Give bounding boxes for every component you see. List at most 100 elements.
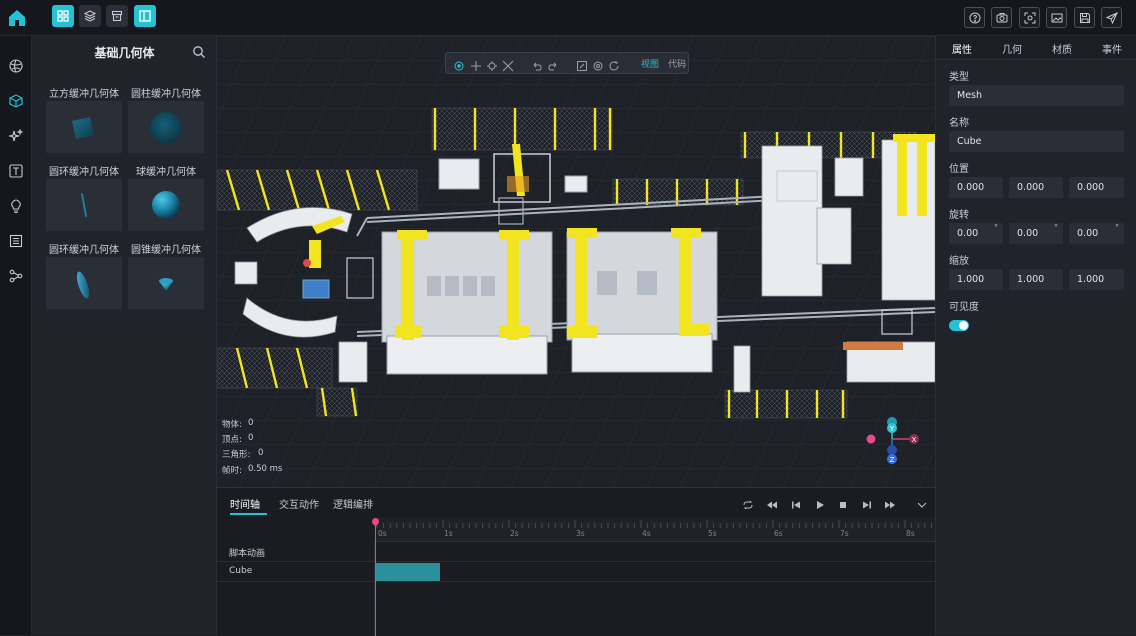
capture-icon[interactable]	[1019, 7, 1040, 28]
library-item-ring[interactable]: 圆环缓冲几何体	[46, 241, 122, 311]
library-item-label: 圆环缓冲几何体	[49, 245, 119, 256]
rewind-icon[interactable]	[766, 496, 778, 509]
rotate-icon[interactable]	[486, 57, 498, 71]
fullscreen-icon[interactable]	[576, 57, 588, 71]
stat-objects: 物体: 0	[222, 418, 254, 430]
tab-timeline[interactable]: 时间轴	[230, 496, 260, 511]
sparkle-icon[interactable]	[6, 126, 26, 146]
gizmo-z-label: Z	[890, 456, 895, 464]
send-icon[interactable]	[1101, 7, 1122, 28]
cube-icon[interactable]	[6, 91, 26, 111]
library-item-label: 立方缓冲几何体	[49, 89, 119, 100]
save-icon[interactable]	[1074, 7, 1095, 28]
ring-thumbnail	[46, 257, 122, 309]
sphere-thumbnail	[128, 179, 204, 231]
cube-clip-bar[interactable]	[375, 563, 440, 581]
loop-icon[interactable]	[742, 496, 754, 510]
type-field[interactable]: Mesh	[949, 85, 1124, 106]
collapse-chevron-icon[interactable]	[916, 496, 928, 508]
track-row-cube[interactable]: Cube	[217, 562, 935, 582]
focus-icon[interactable]	[592, 57, 604, 71]
tick-label: 3s	[576, 529, 585, 538]
tab-code[interactable]: 代码	[668, 57, 686, 70]
bulb-icon[interactable]	[6, 196, 26, 216]
panel-icon[interactable]	[134, 5, 156, 27]
left-rail	[0, 36, 32, 635]
scale-x-input[interactable]: 1.000	[949, 269, 1003, 290]
stat-vertices: 顶点: 0	[222, 433, 254, 445]
next-frame-icon[interactable]	[861, 496, 873, 509]
library-item-label: 圆柱缓冲几何体	[131, 89, 201, 100]
cylinder-thumbnail	[128, 101, 204, 153]
globe-icon[interactable]	[6, 56, 26, 76]
library-item-cylinder[interactable]: 圆柱缓冲几何体	[128, 85, 204, 155]
library-item-sphere[interactable]: 球缓冲几何体	[128, 163, 204, 233]
timeline-panel: 时间轴 交互动作 逻辑编排 0s 1s 2s 3s 4s 5s 6s 7s 8s…	[217, 487, 935, 636]
track-name: Cube	[229, 566, 253, 576]
factory-scene: Y X Z	[217, 36, 935, 487]
library-item-ring-thin[interactable]: 圆环缓冲几何体	[46, 163, 122, 233]
search-icon[interactable]	[192, 44, 206, 58]
rotation-y-input[interactable]: 0.00 °	[1009, 223, 1063, 244]
library-item-cone[interactable]: 圆锥缓冲几何体	[128, 241, 204, 311]
scale-label: 缩放	[949, 256, 969, 267]
stop-icon[interactable]	[837, 496, 849, 508]
scale-z-input[interactable]: 1.000	[1069, 269, 1124, 290]
3d-viewport[interactable]: Y X Z 视图 代码 物体: 0 顶点: 0 三角形: 0 帧时: 0.50 ms	[217, 36, 935, 487]
rotation-z-input[interactable]: 0.00 °	[1069, 223, 1124, 244]
tab-events[interactable]: 事件	[1102, 41, 1122, 56]
position-x-input[interactable]: 0.000	[949, 177, 1003, 198]
library-item-label: 球缓冲几何体	[136, 167, 196, 178]
scale-icon[interactable]	[502, 57, 514, 72]
time-ruler[interactable]: 0s 1s 2s 3s 4s 5s 6s 7s 8s	[375, 518, 935, 542]
undo-icon[interactable]	[531, 57, 543, 71]
tick-label: 8s	[906, 529, 915, 538]
store-icon[interactable]	[106, 5, 128, 27]
layers-icon[interactable]	[79, 5, 101, 27]
list-icon[interactable]	[6, 231, 26, 251]
text-icon[interactable]	[6, 161, 26, 181]
position-z-input[interactable]: 0.000	[1069, 177, 1124, 198]
tab-view[interactable]: 视图	[641, 57, 659, 70]
flow-icon[interactable]	[6, 266, 26, 286]
cube-thumbnail	[46, 101, 122, 153]
home-logo-icon[interactable]	[6, 7, 28, 29]
active-tab-underline	[230, 513, 267, 515]
playhead[interactable]	[375, 520, 376, 636]
name-field[interactable]: Cube	[949, 131, 1124, 152]
tick-label: 5s	[708, 529, 717, 538]
tab-properties[interactable]: 属性	[952, 41, 972, 56]
camera-icon[interactable]	[991, 7, 1012, 28]
track-row-script[interactable]: 脚本动画	[217, 542, 935, 562]
help-icon[interactable]	[964, 7, 985, 28]
move-icon[interactable]	[470, 57, 482, 71]
cone-thumbnail	[128, 257, 204, 309]
screenshot-icon[interactable]	[1046, 7, 1067, 28]
tick-label: 7s	[840, 529, 849, 538]
library-item-cube[interactable]: 立方缓冲几何体	[46, 85, 122, 155]
tab-material[interactable]: 材质	[1052, 41, 1072, 56]
ring-thin-thumbnail	[46, 179, 122, 231]
tab-interaction[interactable]: 交互动作	[279, 496, 319, 511]
play-icon[interactable]	[814, 496, 826, 509]
reset-icon[interactable]	[608, 57, 620, 71]
fast-forward-icon[interactable]	[884, 496, 896, 509]
tick-label: 0s	[378, 529, 387, 538]
redo-icon[interactable]	[547, 57, 559, 71]
visibility-toggle[interactable]	[949, 320, 969, 331]
prev-frame-icon[interactable]	[790, 496, 802, 509]
position-y-input[interactable]: 0.000	[1009, 177, 1063, 198]
rotation-x-input[interactable]: 0.00 °	[949, 223, 1003, 244]
ruler-ticks	[376, 520, 932, 528]
tab-logic[interactable]: 逻辑编排	[333, 496, 373, 511]
grid-icon[interactable]	[52, 5, 74, 27]
tick-label: 4s	[642, 529, 651, 538]
type-label: 类型	[949, 72, 969, 83]
gizmo-x-label: X	[912, 436, 917, 444]
select-icon[interactable]	[453, 57, 465, 71]
tab-geometry[interactable]: 几何	[1002, 41, 1022, 56]
position-label: 位置	[949, 164, 969, 175]
library-item-label: 圆环缓冲几何体	[49, 167, 119, 178]
scale-y-input[interactable]: 1.000	[1009, 269, 1063, 290]
visible-label: 可见度	[949, 302, 979, 313]
